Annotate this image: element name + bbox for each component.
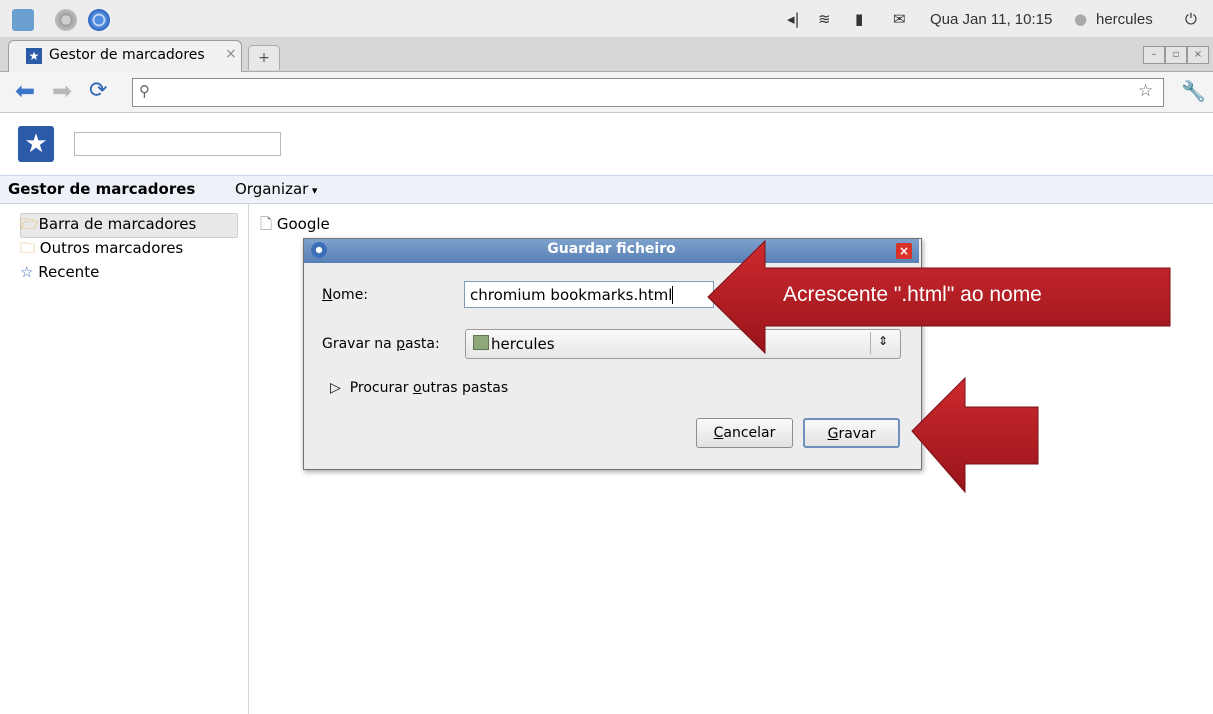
annotation-overlay xyxy=(707,239,1171,494)
callout-text: Acrescente ".html" ao nome xyxy=(783,283,1042,306)
save-arrow xyxy=(911,376,1039,494)
